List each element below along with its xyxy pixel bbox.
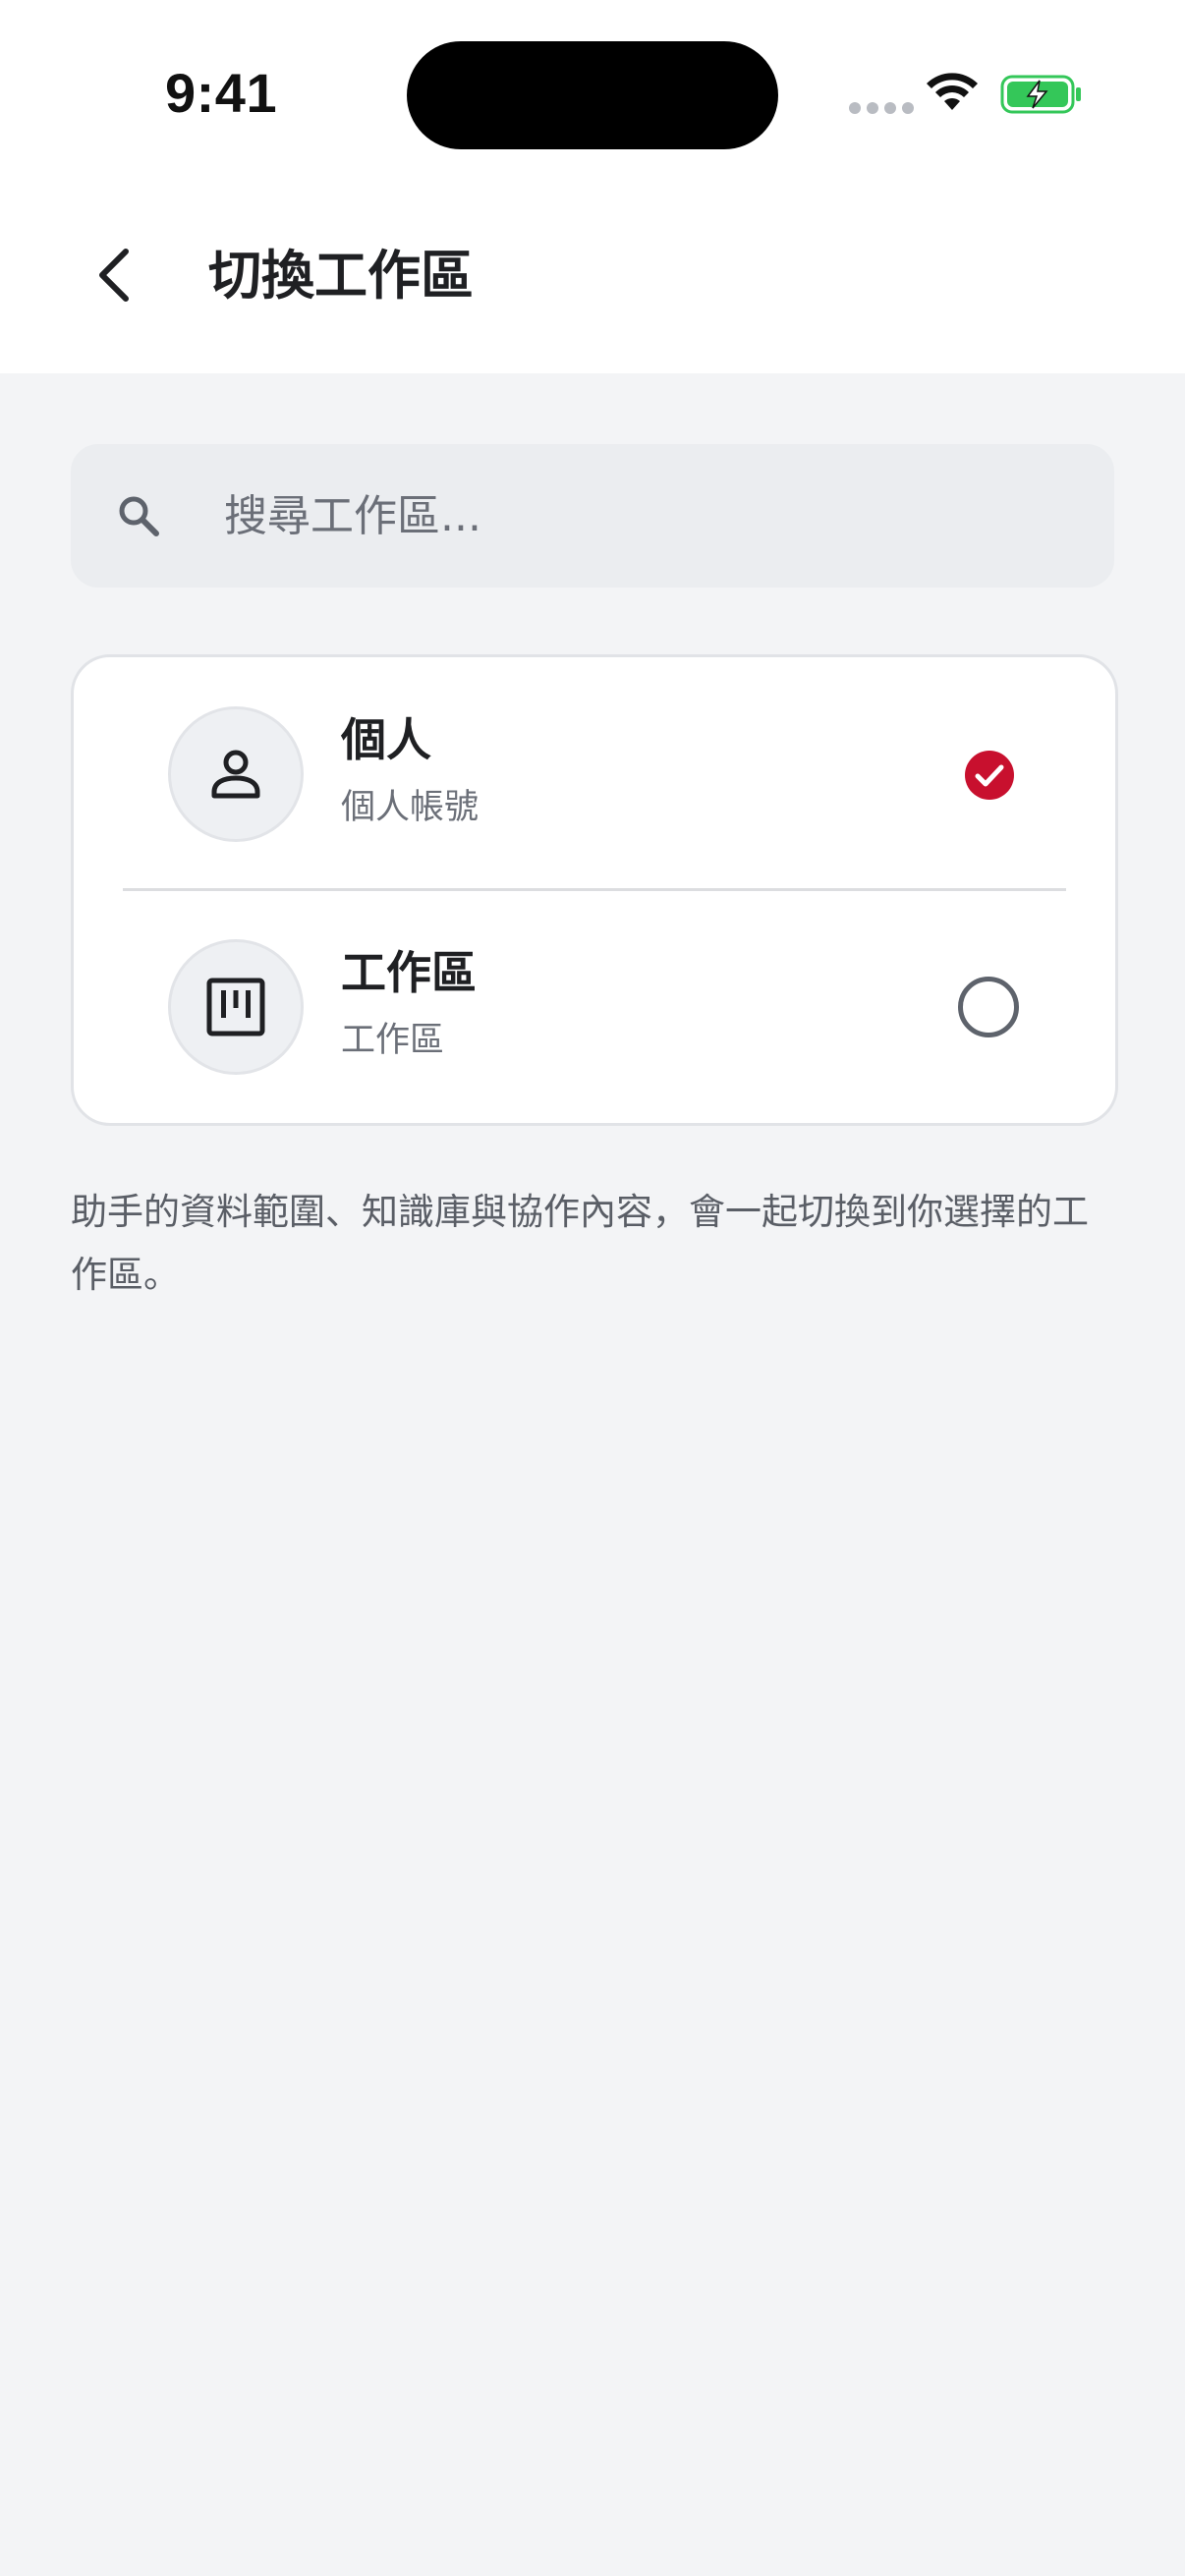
workspace-subtitle: 工作區 [341,1021,445,1060]
workspace-subtitle: 個人帳號 [341,788,480,827]
workspace-option-workspace[interactable]: 工作區 工作區 [74,890,1115,1122]
wifi-icon [927,73,978,110]
person-icon [211,750,260,799]
dynamic-island [407,41,778,149]
kanban-board-icon [206,978,265,1036]
workspace-option-personal[interactable]: 個人 個人帳號 [74,657,1115,889]
search-icon [119,496,159,536]
workspace-list: 個人 個人帳號 工作區 工作區 [71,654,1118,1126]
avatar [168,706,304,842]
workspace-switch-description: 助手的資料範圍、知識庫與協作內容，會一起切換到你選擇的工作區。 [71,1191,1089,1296]
cellular-signal-icon [849,102,914,114]
page-title: 切換工作區 [208,245,474,307]
navigation-header: 切換工作區 [0,187,1185,373]
chevron-left-icon [99,249,129,302]
checkmark-selected-icon[interactable] [964,750,1015,801]
status-time: 9:41 [165,62,278,124]
search-bar[interactable] [71,444,1114,588]
battery-charging-icon [1000,75,1081,114]
back-button[interactable] [73,234,155,316]
workspace-name: 工作區 [341,946,477,999]
search-input[interactable] [224,479,1069,552]
status-bar: 9:41 [0,0,1185,187]
avatar [168,939,304,1075]
workspace-name: 個人 [341,713,431,766]
radio-unselected-icon[interactable] [958,977,1019,1037]
